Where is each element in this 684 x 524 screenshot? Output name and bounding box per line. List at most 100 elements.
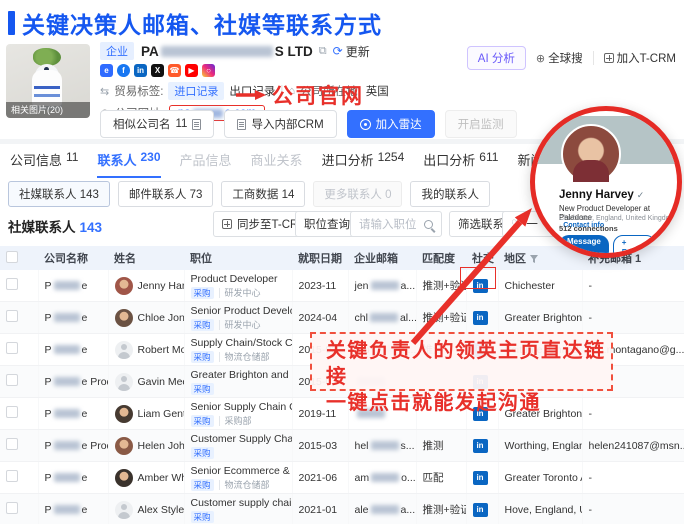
phone-icon[interactable]: ☎: [168, 64, 181, 77]
extra-email-cell: -: [582, 494, 684, 524]
ai-analysis-button[interactable]: AI 分析: [467, 46, 526, 70]
company-type-badge: 企业: [100, 42, 134, 60]
linkedin-annotation-box: 关键负责人的领英主页直达链接 一键点击就能发起沟通: [310, 332, 613, 391]
role-tag: 采购: [191, 383, 214, 395]
tab-出口分析[interactable]: 出口分析611: [423, 150, 498, 178]
similar-company-button[interactable]: 相似公司名11: [100, 110, 214, 138]
subtab-更多联系人 0[interactable]: 更多联系人 0: [313, 181, 402, 207]
linkedin-avatar: [561, 124, 621, 184]
related-images-label[interactable]: 相关图片(20): [6, 102, 90, 118]
position-cell: Senior Product Developer采购研发中心: [184, 302, 292, 334]
position-cell: Supply Chain/Stock Control采购物流仓储部: [184, 334, 292, 366]
filter-icon[interactable]: [530, 254, 538, 266]
hire-date-cell: 2021-06: [292, 462, 348, 494]
position-cell: Customer supply chain coordinator采购: [184, 494, 292, 524]
export-record-tag[interactable]: 出口记录: [229, 83, 275, 99]
subtab-我的联系人[interactable]: 我的联系人: [410, 181, 490, 207]
role-tag: 采购: [191, 351, 214, 363]
contact-name-cell[interactable]: Liam Gent: [108, 398, 184, 430]
row-checkbox[interactable]: [6, 342, 18, 354]
extra-email-cell: -: [582, 270, 684, 302]
department-tag: 研发中心: [219, 288, 261, 298]
company-image-thumbnail[interactable]: 相关图片(20): [6, 44, 90, 118]
row-checkbox[interactable]: [6, 470, 18, 482]
contact-avatar: [115, 437, 133, 455]
contact-name-cell[interactable]: Jenny Harvey: [108, 270, 184, 302]
contact-name-cell[interactable]: Alex Styles: [108, 494, 184, 524]
linkedin-icon[interactable]: in: [473, 439, 488, 453]
import-icon: [237, 119, 246, 130]
join-radar-button[interactable]: 加入雷达: [347, 110, 435, 138]
start-monitor-button[interactable]: 开启监测: [445, 110, 517, 138]
website-icon[interactable]: e: [100, 64, 113, 77]
contact-name-cell[interactable]: Helen Johnstone: [108, 430, 184, 462]
row-checkbox[interactable]: [6, 502, 18, 514]
update-button[interactable]: 更新: [346, 43, 370, 60]
contact-avatar: [115, 341, 133, 359]
company-location: 英国: [366, 83, 389, 99]
match-cell: 推测+验证: [416, 494, 466, 524]
position-cell: Senior Ecommerce & Supply Cha...采购物流仓储部: [184, 462, 292, 494]
linkedin-icon[interactable]: in: [473, 503, 488, 517]
match-cell: 推测+验证: [416, 302, 466, 334]
page: 关键决策人邮箱、社媒等联系方式 相关图片(20) 企业 PAS LTD ⧉ ⟳ …: [0, 0, 684, 524]
row-checkbox[interactable]: [6, 406, 18, 418]
join-tcrm-button[interactable]: 加入T-CRM: [604, 50, 676, 66]
department-tag: 物流仓储部: [219, 480, 270, 490]
tab-公司信息[interactable]: 公司信息11: [10, 150, 78, 178]
position-cell: Customer Supply Chain采购: [184, 430, 292, 462]
import-crm-button[interactable]: 导入内部CRM: [224, 110, 336, 138]
extra-email-cell: helen241087@msn...: [582, 430, 684, 462]
tab-产品信息[interactable]: 产品信息: [180, 150, 232, 178]
region-cell: Greater Toronto Area: [498, 462, 582, 494]
company-cell: Pe: [38, 334, 108, 366]
linkedin-icon[interactable]: in: [134, 64, 147, 77]
department-tag: 物流仓储部: [219, 352, 270, 362]
youtube-icon[interactable]: ▶: [185, 64, 198, 77]
company-name: PAS LTD: [141, 44, 313, 59]
role-tag: 采购: [191, 479, 214, 491]
tab-进口分析[interactable]: 进口分析1254: [322, 150, 405, 178]
x-icon[interactable]: X: [151, 64, 164, 77]
table-row: PeChloe JonesSenior Product Developer采购研…: [0, 302, 684, 334]
instagram-icon[interactable]: ○: [202, 64, 215, 77]
row-checkbox[interactable]: [6, 310, 18, 322]
row-checkbox[interactable]: [6, 438, 18, 450]
contact-avatar: [115, 469, 133, 487]
table-row: Pe Produc...Helen JohnstoneCustomer Supp…: [0, 430, 684, 462]
page-title: 关键决策人邮箱、社媒等联系方式: [8, 6, 382, 40]
search-icon[interactable]: [424, 220, 433, 229]
refresh-icon[interactable]: ⟳: [333, 44, 343, 58]
subtab-邮件联系人 73[interactable]: 邮件联系人 73: [118, 181, 214, 207]
contact-name-cell[interactable]: Amber Whitty: [108, 462, 184, 494]
tab-联系人[interactable]: 联系人230: [97, 150, 160, 178]
contact-name-cell[interactable]: Robert Monta...: [108, 334, 184, 366]
email-cell: alea...: [348, 494, 416, 524]
contact-name-cell[interactable]: Chloe Jones: [108, 302, 184, 334]
position-search-input[interactable]: 请输入职位: [350, 211, 442, 237]
linkedin-profile-name: Jenny Harvey✓: [559, 189, 644, 201]
subtab-社媒联系人 143[interactable]: 社媒联系人 143: [8, 181, 110, 207]
linkedin-icon[interactable]: in: [473, 471, 488, 485]
copy-icon[interactable]: ⧉: [319, 45, 327, 58]
blurred-email: [371, 281, 399, 290]
facebook-icon[interactable]: f: [117, 64, 130, 77]
department-tag: 采购部: [219, 416, 252, 426]
company-cell: Pe: [38, 494, 108, 524]
contact-avatar: [115, 405, 133, 423]
blurred-email: [371, 473, 399, 482]
tcrm-icon: [604, 53, 614, 63]
contact-name-cell[interactable]: Gavin Meeks: [108, 366, 184, 398]
global-search-button[interactable]: ⊕全球搜: [536, 50, 583, 66]
linkedin-icon[interactable]: in: [473, 311, 488, 325]
table-row: PeAmber WhittySenior Ecommerce & Supply …: [0, 462, 684, 494]
subtab-工商数据 14[interactable]: 工商数据 14: [221, 181, 305, 207]
row-checkbox[interactable]: [6, 374, 18, 386]
import-record-tag[interactable]: 进口记录: [168, 82, 224, 100]
row-checkbox[interactable]: [6, 278, 18, 290]
select-all-checkbox[interactable]: [6, 251, 18, 263]
list-icon: [192, 119, 201, 130]
col-email: 企业邮箱: [348, 246, 416, 270]
tab-商业关系[interactable]: 商业关系: [251, 150, 303, 178]
header-actions: AI 分析 ⊕全球搜 加入T-CRM: [467, 46, 676, 70]
